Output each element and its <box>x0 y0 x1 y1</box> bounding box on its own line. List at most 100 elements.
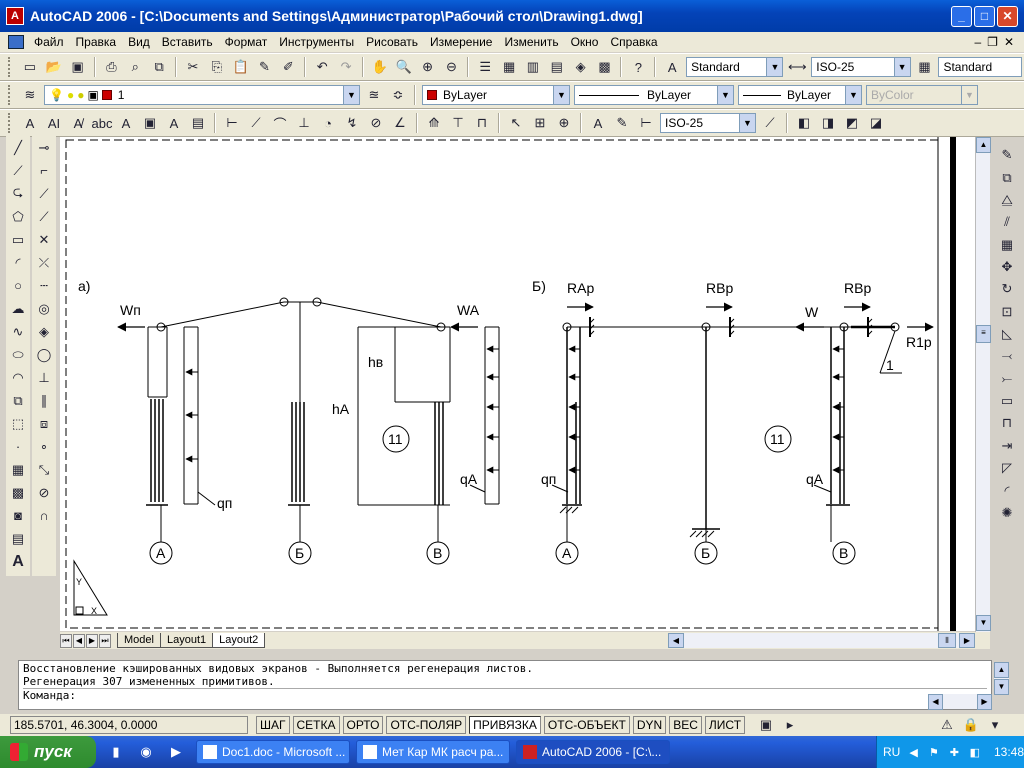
properties-icon[interactable]: ☰ <box>474 56 496 78</box>
autocad-app-icon[interactable]: A <box>6 7 24 25</box>
ellipse-icon[interactable]: ⬭ <box>7 344 29 365</box>
doc-restore-icon[interactable]: ❐ <box>987 35 998 49</box>
network-icon[interactable]: ⚑ <box>928 741 940 763</box>
snap-intersection-icon[interactable]: ✕ <box>33 229 55 250</box>
aligned-dimension-icon[interactable]: ⟋ <box>245 112 267 134</box>
scroll-left-icon[interactable]: ◀ <box>668 633 684 648</box>
maximize-button[interactable]: □ <box>974 5 995 27</box>
toggle-osnap[interactable]: ПРИВЯЗКА <box>469 716 541 734</box>
scale-icon[interactable]: ⊡ <box>996 302 1018 322</box>
break-at-point-icon[interactable]: ▭ <box>996 391 1018 411</box>
make-block-icon[interactable]: ⬚ <box>7 413 29 434</box>
chevron-down-icon[interactable]: ▼ <box>717 86 733 104</box>
chevron-down-icon[interactable]: ▼ <box>739 114 755 132</box>
mirror-icon[interactable]: ⧋ <box>996 190 1018 210</box>
ellipse-arc-icon[interactable]: ◠ <box>7 367 29 388</box>
snap-quadrant-icon[interactable]: ◈ <box>33 321 55 342</box>
toolbar-grip[interactable] <box>8 57 12 77</box>
temp-track-icon[interactable]: ⊸ <box>33 137 55 158</box>
drawing-canvas[interactable]: а) Б) Wп WA W hв hA qп qA qп qA RAp RBp … <box>60 137 975 631</box>
draw-order-under-icon[interactable]: ◪ <box>865 112 887 134</box>
osnap-settings-icon[interactable]: ∩ <box>33 505 55 526</box>
volume-icon[interactable]: ◧ <box>969 741 981 763</box>
next-tab-icon[interactable]: ▶ <box>86 633 98 648</box>
quick-leader-icon[interactable]: ↖ <box>505 112 527 134</box>
draw-order-front-icon[interactable]: ◧ <box>793 112 815 134</box>
scroll-up-icon[interactable]: ▲ <box>976 137 991 153</box>
break-icon[interactable]: ⊓ <box>996 413 1018 433</box>
menu-help[interactable]: Справка <box>604 35 663 49</box>
ordinate-dimension-icon[interactable]: ⊥ <box>293 112 315 134</box>
design-center-icon[interactable]: ▦ <box>498 56 520 78</box>
linear-dimension-icon[interactable]: ⊢ <box>221 112 243 134</box>
snap-extension-icon[interactable]: ┄ <box>33 275 55 296</box>
save-icon[interactable]: ▣ <box>67 56 89 78</box>
menu-dimension[interactable]: Измерение <box>424 35 498 49</box>
chevron-down-icon[interactable]: ▼ <box>845 86 861 104</box>
document-icon[interactable] <box>8 35 24 49</box>
erase-icon[interactable]: ✎ <box>996 145 1018 165</box>
cmd-scroll-down-icon[interactable]: ▼ <box>994 679 1009 695</box>
command-window[interactable]: Восстановление кэшированных видовых экра… <box>18 660 992 710</box>
task-autocad[interactable]: AutoCAD 2006 - [C:\... <box>516 740 670 764</box>
menu-draw[interactable]: Рисовать <box>360 35 424 49</box>
toolbar-lock-icon[interactable]: 🔒 <box>960 714 982 736</box>
media-player-icon[interactable]: ▶ <box>165 741 187 763</box>
array-icon[interactable]: ▦ <box>996 234 1018 254</box>
toolbar-grip[interactable] <box>8 85 12 105</box>
toggle-dyn[interactable]: DYN <box>632 716 667 734</box>
arc-length-icon[interactable]: ⌒ <box>269 112 291 134</box>
copy-icon[interactable]: ⎘ <box>206 56 228 78</box>
zoom-previous-icon[interactable]: ⊖ <box>440 56 462 78</box>
toggle-ortho[interactable]: ОРТО <box>342 716 384 734</box>
prev-tab-icon[interactable]: ◀ <box>73 633 85 648</box>
task-word-doc[interactable]: Doc1.doc - Microsoft ... <box>196 740 350 764</box>
command-prompt[interactable]: Команда: <box>23 688 987 702</box>
insert-block-icon[interactable]: ⧉ <box>7 390 29 411</box>
first-tab-icon[interactable]: ⏮ <box>60 633 72 648</box>
angular-dimension-icon[interactable]: ∠ <box>389 112 411 134</box>
center-mark-icon[interactable]: ⊕ <box>553 112 575 134</box>
multiline-text-icon[interactable]: A <box>19 112 41 134</box>
scroll-right-icon[interactable]: ▶ <box>959 633 975 648</box>
radius-dimension-icon[interactable]: ◔ <box>317 112 339 134</box>
convert-distance-icon[interactable]: ▤ <box>187 112 209 134</box>
menu-view[interactable]: Вид <box>122 35 156 49</box>
find-text-icon[interactable]: abc <box>91 112 113 134</box>
horizontal-scrollbar[interactable]: ◀ ⦀ ▶ <box>668 633 975 648</box>
snap-none-icon[interactable]: ⊘ <box>33 482 55 503</box>
scale-text-icon[interactable]: ▣ <box>139 112 161 134</box>
snap-insert-icon[interactable]: ⧈ <box>33 413 55 434</box>
single-line-text-icon[interactable]: AI <box>43 112 65 134</box>
start-button[interactable]: пуск <box>0 736 96 768</box>
new-icon[interactable]: ▭ <box>19 56 41 78</box>
command-scrollbar[interactable]: ▲ ▼ <box>994 662 1009 695</box>
browser-icon[interactable]: ◉ <box>135 741 157 763</box>
linetype-select[interactable]: ByLayer ▼ <box>574 85 734 105</box>
zoom-window-icon[interactable]: ⊕ <box>417 56 439 78</box>
chevron-down-icon[interactable]: ▼ <box>893 58 910 76</box>
revision-cloud-icon[interactable]: ☁ <box>7 298 29 319</box>
toggle-grid[interactable]: СЕТКА <box>292 716 340 734</box>
language-indicator[interactable]: RU <box>883 745 900 759</box>
undo-icon[interactable]: ↶ <box>311 56 333 78</box>
cmd-hscrollbar[interactable]: ◀ ▶ <box>928 694 992 710</box>
menu-modify[interactable]: Изменить <box>498 35 564 49</box>
sheet-set-icon[interactable]: ▤ <box>546 56 568 78</box>
quick-dimension-icon[interactable]: ⟰ <box>423 112 445 134</box>
tab-model[interactable]: Model <box>117 633 161 648</box>
fillet-icon[interactable]: ◜ <box>996 480 1018 500</box>
redo-icon[interactable]: ↷ <box>335 56 357 78</box>
rectangle-icon[interactable]: ▭ <box>7 229 29 250</box>
snap-center-icon[interactable]: ◎ <box>33 298 55 319</box>
hscroll-thumb[interactable]: ⦀ <box>938 633 956 648</box>
calculator-icon[interactable]: ▩ <box>594 56 616 78</box>
tray-arrow-icon[interactable]: ◀ <box>907 741 919 763</box>
doc-minimize-icon[interactable]: – <box>974 35 981 49</box>
toggle-otrack[interactable]: ОТС-ОБЪЕКТ <box>543 716 630 734</box>
open-icon[interactable]: 📂 <box>43 56 65 78</box>
menu-file[interactable]: Файл <box>28 35 70 49</box>
polygon-icon[interactable]: ⬠ <box>7 206 29 227</box>
polyline-icon[interactable]: ⮎ <box>7 183 29 204</box>
offset-icon[interactable]: ⫽ <box>996 212 1018 232</box>
